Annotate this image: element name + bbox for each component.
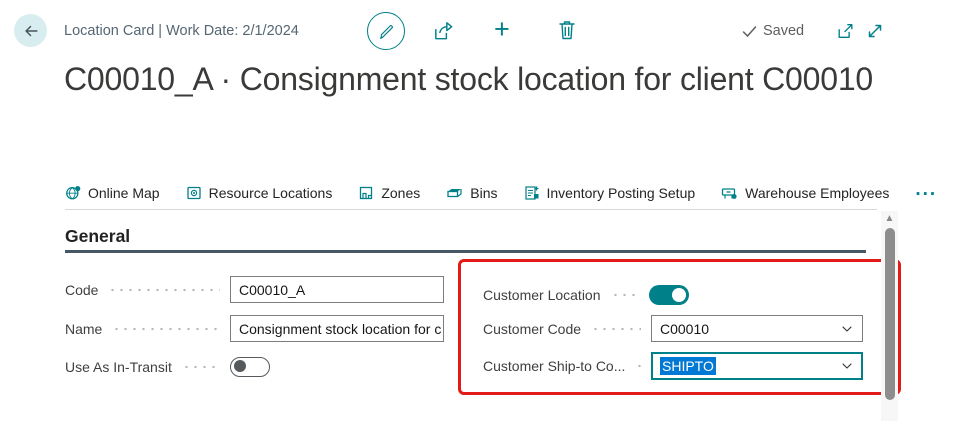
online-map-icon [65, 185, 81, 201]
customer-location-label: Customer Location [483, 287, 601, 303]
dot-leader [108, 288, 220, 292]
action-inventory-posting-setup[interactable]: Inventory Posting Setup [524, 185, 696, 201]
action-bins-label: Bins [470, 185, 497, 201]
toggle-knob [672, 288, 686, 302]
delete-button[interactable] [557, 19, 577, 41]
dot-leader [611, 293, 639, 297]
more-actions-button[interactable]: ... [915, 179, 937, 207]
name-input[interactable]: Consignment stock location for c [230, 315, 444, 342]
dot-leader [182, 365, 220, 369]
customer-code-label: Customer Code [483, 321, 581, 337]
back-button[interactable] [14, 14, 47, 47]
customer-ship-to-code-combobox[interactable]: SHIPTO [651, 352, 863, 380]
section-divider [65, 250, 866, 253]
trash-icon [557, 19, 577, 41]
pencil-icon [377, 22, 396, 41]
name-label: Name [65, 321, 102, 337]
field-row-customer-ship-to-code: Customer Ship-to Co... SHIPTO [483, 352, 863, 379]
customer-location-toggle[interactable] [649, 285, 689, 305]
customer-ship-to-code-label: Customer Ship-to Co... [483, 358, 625, 374]
field-row-customer-location: Customer Location [483, 281, 863, 308]
vertical-scrollbar[interactable]: ▲ [881, 211, 898, 421]
back-icon [22, 22, 40, 40]
use-as-in-transit-label: Use As In-Transit [65, 359, 172, 375]
field-row-use-as-in-transit: Use As In-Transit [65, 353, 444, 380]
share-button[interactable] [432, 20, 455, 42]
toggle-knob [234, 360, 246, 372]
chevron-down-icon[interactable] [840, 359, 854, 373]
page-title: C00010_A · Consignment stock location fo… [64, 57, 886, 101]
dot-leader [112, 327, 220, 331]
action-online-map[interactable]: Online Map [65, 185, 160, 201]
dot-leader [591, 327, 641, 331]
inventory-posting-setup-icon [524, 185, 540, 201]
scrollbar-thumb[interactable] [885, 228, 895, 400]
warehouse-employees-icon [721, 185, 738, 201]
action-bar: Online Map Resource Locations Zones Bins… [65, 177, 877, 210]
edit-button[interactable] [367, 12, 405, 50]
action-bins[interactable]: Bins [446, 185, 497, 201]
code-label: Code [65, 282, 98, 298]
use-as-in-transit-toggle[interactable] [230, 357, 270, 377]
code-input[interactable]: C00010_A [230, 276, 444, 303]
popout-icon [836, 22, 855, 40]
action-zones[interactable]: Zones [358, 185, 420, 201]
customer-ship-to-code-value: SHIPTO [660, 357, 716, 375]
save-status: Saved [742, 23, 804, 39]
customer-code-value: C00010 [660, 321, 709, 337]
action-warehouse-employees-label: Warehouse Employees [745, 185, 889, 201]
field-row-name: Name Consignment stock location for c [65, 315, 444, 342]
resize-icon [865, 21, 885, 41]
scroll-up-icon[interactable]: ▲ [884, 213, 895, 224]
share-icon [432, 20, 455, 42]
popout-button[interactable] [836, 22, 855, 40]
action-zones-label: Zones [381, 185, 420, 201]
field-row-code: Code C00010_A [65, 276, 444, 303]
new-button[interactable]: + [494, 16, 510, 43]
customer-code-combobox[interactable]: C00010 [651, 315, 863, 342]
page-caption: Location Card | Work Date: 2/1/2024 [64, 23, 299, 39]
action-warehouse-employees[interactable]: Warehouse Employees [721, 185, 889, 201]
save-status-label: Saved [763, 23, 804, 39]
action-resource-locations[interactable]: Resource Locations [186, 185, 333, 201]
action-inventory-posting-setup-label: Inventory Posting Setup [547, 185, 696, 201]
plus-icon: + [494, 16, 510, 43]
section-heading-general[interactable]: General [65, 226, 130, 247]
field-row-customer-code: Customer Code C00010 [483, 315, 863, 342]
resource-locations-icon [186, 185, 202, 201]
action-resource-locations-label: Resource Locations [209, 185, 333, 201]
zones-icon [358, 185, 374, 201]
expand-button[interactable] [865, 21, 885, 41]
dot-leader [635, 364, 641, 368]
bins-icon [446, 185, 463, 201]
action-online-map-label: Online Map [88, 185, 160, 201]
chevron-down-icon[interactable] [840, 322, 854, 336]
check-icon [742, 25, 757, 38]
